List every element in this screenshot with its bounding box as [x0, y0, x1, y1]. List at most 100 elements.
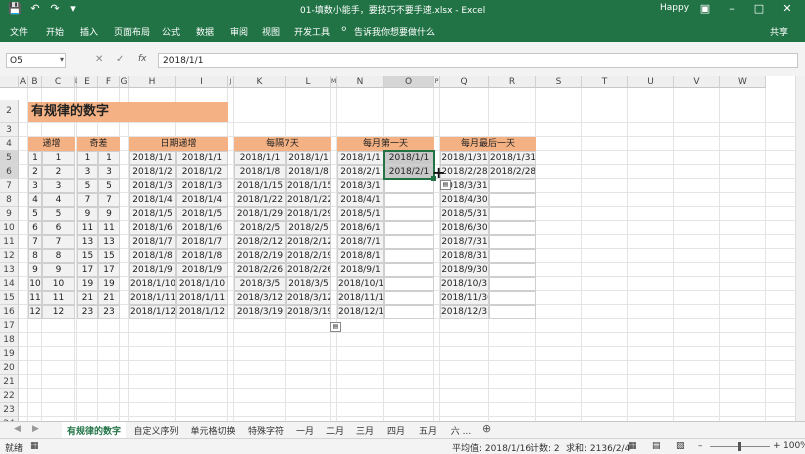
cell-week-11-1[interactable]: 2018/3/12	[234, 291, 286, 305]
cell-inc-6-1[interactable]: 6	[28, 221, 42, 235]
sheet-tab-3[interactable]: 单元格切换	[186, 424, 240, 437]
cell-date-11-2[interactable]: 2018/1/11	[176, 291, 228, 305]
sheet-tab-10[interactable]: 六 ...	[446, 424, 476, 437]
row-header-16[interactable]: 16	[0, 305, 19, 319]
maximize-icon[interactable]: □	[752, 2, 766, 16]
cell-date-11-1[interactable]: 2018/1/11	[129, 291, 176, 305]
worksheet-grid[interactable]: ABCDEFGHIJKLMNOPQRSTUVW23456789101112131…	[0, 76, 795, 421]
cell-inc-3-2[interactable]: 3	[42, 179, 75, 193]
tab-scroll-right-icon[interactable]: ▶	[32, 424, 39, 434]
cell-last-1-2[interactable]: 2018/1/31	[489, 151, 536, 165]
tab-data[interactable]: 数据	[196, 25, 214, 38]
cell-first-6-1[interactable]: 2018/6/1	[337, 221, 384, 235]
cell-inc-2-1[interactable]: 2	[28, 165, 42, 179]
row-header-19[interactable]: 19	[0, 347, 19, 361]
column-header-Q[interactable]: Q	[440, 76, 489, 88]
cell-odd-8-1[interactable]: 15	[77, 249, 98, 263]
cell-date-9-1[interactable]: 2018/1/9	[129, 263, 176, 277]
cell-first-11-1[interactable]: 2018/11/1	[337, 291, 384, 305]
column-header-N[interactable]: N	[337, 76, 384, 88]
cell-week-11-2[interactable]: 2018/3/12	[286, 291, 331, 305]
column-header-I[interactable]: I	[176, 76, 228, 88]
cell-odd-10-1[interactable]: 19	[77, 277, 98, 291]
cell-first-10-1[interactable]: 2018/10/1	[337, 277, 384, 291]
cell-odd-12-1[interactable]: 23	[77, 305, 98, 319]
quick-analysis-icon[interactable]: ▤	[330, 322, 341, 332]
cell-odd-5-2[interactable]: 9	[98, 207, 120, 221]
cell-last-7-1[interactable]: 2018/7/31	[440, 235, 489, 249]
cell-week-7-1[interactable]: 2018/2/12	[234, 235, 286, 249]
cell-last-4-1[interactable]: 2018/4/30	[440, 193, 489, 207]
column-header-H[interactable]: H	[129, 76, 176, 88]
column-header-C[interactable]: C	[42, 76, 75, 88]
cell-last-10-2[interactable]	[489, 277, 536, 291]
cell-inc-9-2[interactable]: 9	[42, 263, 75, 277]
cell-last-4-2[interactable]	[489, 193, 536, 207]
cell-week-12-1[interactable]: 2018/3/19	[234, 305, 286, 319]
sheet-tab-6[interactable]: 二月	[322, 424, 348, 437]
cell-inc-12-2[interactable]: 12	[42, 305, 75, 319]
cell-odd-6-1[interactable]: 11	[77, 221, 98, 235]
save-icon[interactable]: 💾	[8, 2, 22, 16]
cell-date-3-2[interactable]: 2018/1/3	[176, 179, 228, 193]
cell-week-12-2[interactable]: 2018/3/19	[286, 305, 331, 319]
cell-inc-4-1[interactable]: 4	[28, 193, 42, 207]
row-header-4[interactable]: 4	[0, 137, 19, 151]
cell-last-9-2[interactable]	[489, 263, 536, 277]
zoom-slider-thumb[interactable]	[738, 442, 741, 451]
cell-date-4-2[interactable]: 2018/1/4	[176, 193, 228, 207]
cell-first-4-2[interactable]	[384, 193, 434, 207]
cell-odd-2-2[interactable]: 3	[98, 165, 120, 179]
cell-last-9-1[interactable]: 2018/9/30	[440, 263, 489, 277]
cell-odd-11-1[interactable]: 21	[77, 291, 98, 305]
cell-last-3-2[interactable]	[489, 179, 536, 193]
row-header-9[interactable]: 9	[0, 207, 19, 221]
cell-odd-10-2[interactable]: 19	[98, 277, 120, 291]
cell-week-6-2[interactable]: 2018/2/5	[286, 221, 331, 235]
sheet-tab-2[interactable]: 自定义序列	[130, 424, 182, 437]
cell-last-6-1[interactable]: 2018/6/30	[440, 221, 489, 235]
cell-inc-1-1[interactable]: 1	[28, 151, 42, 165]
cell-week-7-2[interactable]: 2018/2/12	[286, 235, 331, 249]
cell-date-8-1[interactable]: 2018/1/8	[129, 249, 176, 263]
column-header-A[interactable]: A	[19, 76, 28, 88]
cell-week-3-2[interactable]: 2018/1/15	[286, 179, 331, 193]
zoom-out-icon[interactable]: –	[698, 441, 703, 451]
tab-page-layout[interactable]: 页面布局	[114, 25, 150, 38]
column-header-K[interactable]: K	[234, 76, 286, 88]
cell-odd-9-1[interactable]: 17	[77, 263, 98, 277]
cell-odd-2-1[interactable]: 3	[77, 165, 98, 179]
sheet-tab-7[interactable]: 三月	[352, 424, 378, 437]
cell-date-5-1[interactable]: 2018/1/5	[129, 207, 176, 221]
cell-last-11-2[interactable]	[489, 291, 536, 305]
cell-inc-6-2[interactable]: 6	[42, 221, 75, 235]
column-header-W[interactable]: W	[720, 76, 766, 88]
column-header-G[interactable]: G	[120, 76, 129, 88]
vertical-scrollbar[interactable]	[795, 76, 805, 421]
cell-inc-12-1[interactable]: 12	[28, 305, 42, 319]
ribbon-display-icon[interactable]: ▣	[698, 2, 712, 16]
cell-inc-5-1[interactable]: 5	[28, 207, 42, 221]
sheet-tab-8[interactable]: 四月	[382, 424, 410, 437]
cell-week-10-2[interactable]: 2018/3/5	[286, 277, 331, 291]
cell-date-5-2[interactable]: 2018/1/5	[176, 207, 228, 221]
formula-input[interactable]: 2018/1/1	[158, 53, 798, 68]
page-layout-view-icon[interactable]: ▤	[652, 441, 661, 451]
cell-inc-11-1[interactable]: 11	[28, 291, 42, 305]
cell-week-9-1[interactable]: 2018/2/26	[234, 263, 286, 277]
redo-icon[interactable]: ↷	[48, 2, 62, 16]
cell-last-6-2[interactable]	[489, 221, 536, 235]
cell-odd-1-2[interactable]: 1	[98, 151, 120, 165]
cell-first-12-2[interactable]	[384, 305, 434, 319]
tab-review[interactable]: 审阅	[230, 25, 248, 38]
cell-inc-7-2[interactable]: 7	[42, 235, 75, 249]
cell-last-5-2[interactable]	[489, 207, 536, 221]
new-sheet-icon[interactable]: ⊕	[482, 422, 491, 435]
column-header-F[interactable]: F	[98, 76, 120, 88]
cell-inc-11-2[interactable]: 11	[42, 291, 75, 305]
cell-odd-1-1[interactable]: 1	[77, 151, 98, 165]
column-header-B[interactable]: B	[28, 76, 42, 88]
row-header-14[interactable]: 14	[0, 277, 19, 291]
cell-last-1-1[interactable]: 2018/1/31	[440, 151, 489, 165]
tab-insert[interactable]: 插入	[80, 25, 98, 38]
